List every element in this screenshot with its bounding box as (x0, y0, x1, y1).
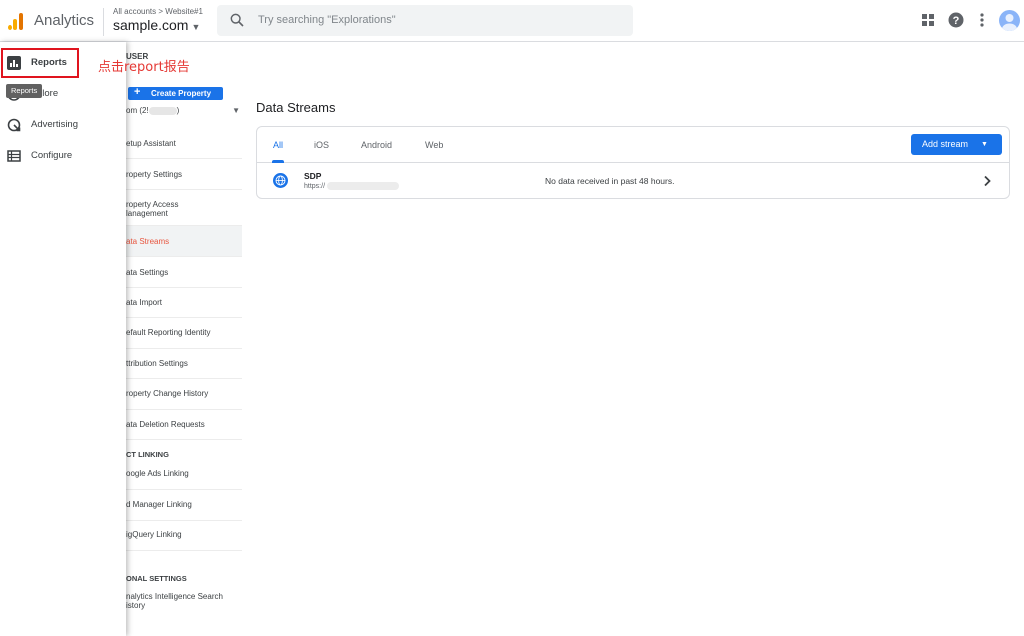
menu-item-label-line2: istory (126, 601, 146, 610)
menu-item-label: ata Settings (126, 268, 169, 277)
menu-item-property-settings[interactable]: roperty Settings (126, 159, 242, 190)
tab-ios[interactable]: iOS (314, 140, 329, 150)
menu-item-label: roperty Change History (126, 389, 209, 398)
menu-item-label: igQuery Linking (126, 530, 182, 539)
analytics-logo-icon[interactable] (8, 12, 24, 30)
avatar[interactable] (999, 10, 1020, 31)
account-selector[interactable]: sample.com ▼ (113, 17, 200, 33)
menu-item-bigquery-linking[interactable]: igQuery Linking (126, 521, 242, 551)
nav-item-label: Configure (31, 150, 73, 161)
stream-name: SDP (304, 171, 322, 181)
left-nav-drawer: Reports plore Advertising Configure (0, 42, 126, 636)
more-vert-icon[interactable] (974, 12, 990, 28)
breadcrumb-separator: > (158, 7, 164, 16)
nav-item-label: Advertising (31, 119, 78, 130)
web-globe-icon (273, 173, 288, 188)
menu-item-label: nalytics Intelligence Search (126, 592, 223, 601)
search-placeholder: Try searching "Explorations" (258, 14, 396, 26)
nav-item-configure[interactable]: Configure (0, 142, 126, 170)
redacted-text (148, 106, 177, 115)
menu-item-ad-manager-linking[interactable]: d Manager Linking (126, 490, 242, 521)
menu-item-label: ata Import (126, 298, 163, 307)
breadcrumb[interactable]: All accounts > Website#1 (113, 7, 203, 16)
dropdown-caret-icon: ▼ (191, 22, 201, 32)
admin-property-column: USER + Create Property om (2!) ▼ etup As… (126, 42, 242, 636)
tab-android[interactable]: Android (361, 140, 392, 150)
search-icon (230, 13, 244, 27)
add-stream-button[interactable]: Add stream ▼ (911, 134, 1002, 155)
menu-item-property-change-history[interactable]: roperty Change History (126, 379, 242, 410)
divider (103, 8, 104, 36)
menu-item-label: efault Reporting Identity (126, 328, 211, 337)
page-title: Data Streams (256, 100, 336, 115)
menu-item-label: roperty Access (126, 200, 179, 209)
menu-item-label: roperty Settings (126, 170, 183, 179)
stream-row[interactable]: SDP https:// No data received in past 48… (257, 164, 1009, 199)
stream-url-text: https:// (304, 182, 326, 190)
property-selector[interactable]: om (2!) ▼ (126, 106, 242, 120)
property-select-prefix: om (2! (126, 106, 149, 115)
nav-item-advertising[interactable]: Advertising (0, 111, 126, 139)
tab-web[interactable]: Web (425, 140, 443, 150)
breadcrumb-account[interactable]: Website#1 (165, 7, 203, 16)
app-title: Analytics (34, 12, 95, 29)
section-header-product-linking: CT LINKING (126, 450, 169, 459)
stream-status: No data received in past 48 hours. (545, 176, 675, 186)
advertising-icon (7, 118, 21, 132)
menu-item-default-reporting-identity[interactable]: efault Reporting Identity (126, 318, 242, 349)
section-header-personal-settings: ONAL SETTINGS (126, 574, 187, 583)
apps-icon[interactable] (920, 12, 936, 28)
tooltip: Reports (6, 84, 43, 98)
menu-item-setup-assistant[interactable]: etup Assistant (126, 128, 242, 159)
breadcrumb-all-accounts[interactable]: All accounts (113, 7, 156, 16)
redacted-text (327, 182, 400, 190)
menu-item-label: d Manager Linking (126, 500, 192, 509)
menu-item-attribution-settings[interactable]: ttribution Settings (126, 349, 242, 379)
data-streams-card: All iOS Android Web Add stream ▼ SDP htt… (256, 126, 1010, 199)
stream-url: https:// (304, 182, 400, 190)
highlight-annotation-box (1, 48, 79, 78)
plus-icon: + (134, 86, 141, 98)
top-app-bar: Analytics All accounts > Website#1 sampl… (0, 0, 1024, 42)
menu-item-google-ads-linking[interactable]: oogle Ads Linking (126, 460, 242, 490)
menu-item-analytics-intelligence-search-history[interactable]: nalytics Intelligence Search istory (126, 587, 242, 617)
menu-item-data-settings[interactable]: ata Settings (126, 257, 242, 288)
svg-text:?: ? (953, 15, 960, 27)
menu-item-data-import[interactable]: ata Import (126, 288, 242, 318)
configure-icon (7, 150, 21, 162)
menu-item-label: oogle Ads Linking (126, 469, 189, 478)
menu-item-label: ttribution Settings (126, 359, 188, 368)
chevron-right-icon[interactable] (982, 175, 992, 187)
menu-item-property-access-management[interactable]: roperty Access lanagement (126, 190, 242, 226)
dropdown-caret-icon: ▼ (232, 106, 240, 115)
dropdown-caret-icon: ▼ (981, 141, 988, 148)
property-select-suffix: ) (176, 106, 180, 115)
search-bar[interactable]: Try searching "Explorations" (217, 5, 633, 36)
account-name: sample.com (113, 17, 189, 33)
menu-item-data-deletion-requests[interactable]: ata Deletion Requests (126, 410, 242, 440)
create-property-label: Create Property (151, 89, 212, 98)
menu-item-label: ata Streams (126, 237, 170, 246)
help-icon[interactable]: ? (948, 12, 964, 28)
menu-item-label: ata Deletion Requests (126, 420, 205, 429)
menu-item-label-line2: lanagement (126, 209, 168, 218)
tab-all[interactable]: All (273, 140, 283, 150)
menu-item-label: etup Assistant (126, 139, 176, 148)
create-property-button[interactable]: + Create Property (128, 86, 223, 100)
main-content: Data Streams All iOS Android Web Add str… (242, 42, 1024, 636)
add-stream-label: Add stream (922, 139, 969, 149)
menu-item-data-streams[interactable]: ata Streams (126, 226, 242, 257)
active-tab-indicator (272, 160, 284, 163)
annotation-text: 点击report报告 (98, 60, 190, 75)
stream-tabs: All iOS Android Web Add stream ▼ (257, 127, 1009, 163)
